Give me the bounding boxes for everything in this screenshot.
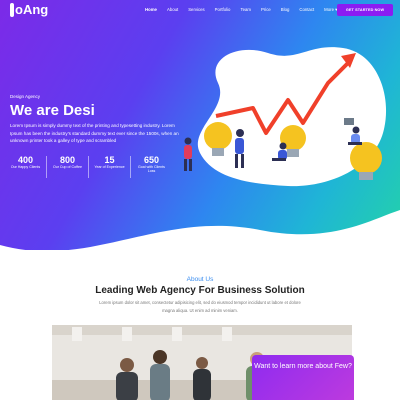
logo-icon (10, 2, 14, 17)
hero-headline: We are Desi (10, 102, 95, 119)
about-text: Lorem ipsum dolor sit amet, consectetur … (99, 300, 301, 313)
person-icon (184, 137, 192, 171)
stat-value: 15 (104, 155, 115, 165)
brand-name: oAng (15, 2, 49, 17)
nav-item-portfolio[interactable]: Portfolio (210, 7, 236, 13)
nav-item-home[interactable]: Home (140, 7, 162, 13)
stat-value: 650 (143, 155, 160, 165)
stat-experience: 15 Year of Experience (94, 155, 125, 178)
stat-label: Our Cup of Coffee (52, 165, 83, 169)
stat-divider (46, 156, 47, 178)
nav-item-services[interactable]: Services (183, 7, 209, 13)
stat-divider (88, 156, 89, 178)
stat-label: Goal with Clients Loss (138, 165, 165, 174)
hero-stats: 400 Our Happy Clients 800 Our Cup of Cof… (10, 155, 172, 178)
promo-card[interactable]: Want to learn more about Few? (252, 355, 354, 400)
hero-illustration (184, 47, 387, 187)
main-menu: Home About Services Portfolio Team Price… (140, 7, 342, 13)
hero-wave-divider (0, 210, 400, 250)
stat-goal: 650 Goal with Clients Loss (136, 155, 167, 178)
nav-item-about[interactable]: About (162, 7, 183, 13)
hero-lead-text: Lorem Ipsum is simply dummy text of the … (10, 123, 179, 144)
nav-item-blog[interactable]: Blog (276, 7, 295, 13)
stat-clients: 400 Our Happy Clients (10, 155, 41, 178)
nav-item-contact[interactable]: Contact (294, 7, 319, 13)
get-started-button[interactable]: GET STARTED NOW (337, 4, 393, 16)
nav-item-team[interactable]: Team (235, 7, 256, 13)
stat-label: Our Happy Clients (10, 165, 41, 169)
about-title: Leading Web Agency For Business Solution (95, 285, 305, 296)
brand-logo[interactable]: oAng (10, 2, 48, 17)
about-eyebrow: About Us (186, 276, 214, 283)
top-navbar: oAng Home About Services Portfolio Team … (0, 0, 400, 22)
hero-eyebrow: Design Agency (10, 94, 41, 99)
stat-divider (130, 156, 131, 178)
stat-label: Year of Experience (94, 165, 125, 169)
lightbulb-icon (350, 142, 382, 180)
stat-value: 400 (17, 155, 34, 165)
laptop-icon (344, 118, 354, 125)
promo-title: Want to learn more about Few? (254, 363, 352, 370)
stat-coffee: 800 Our Cup of Coffee (52, 155, 83, 178)
stat-value: 800 (59, 155, 76, 165)
nav-item-price[interactable]: Price (256, 7, 276, 13)
